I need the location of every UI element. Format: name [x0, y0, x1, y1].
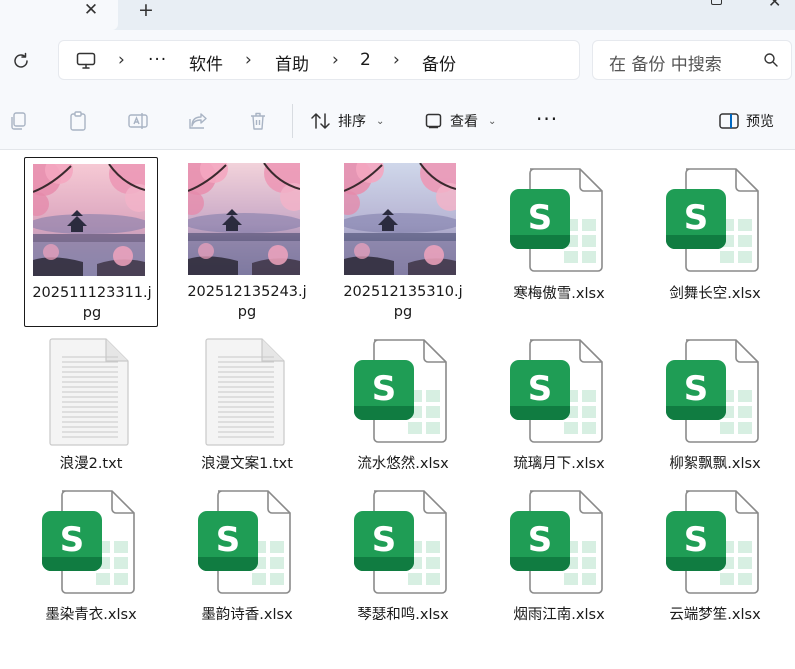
file-name-label: 流水悠然.xlsx	[357, 456, 449, 472]
delete-icon[interactable]	[247, 110, 269, 132]
excel-file-icon: S	[194, 487, 294, 599]
file-item[interactable]: 浪漫2.txt	[24, 336, 158, 476]
file-name-label: 202512135243.jpg	[187, 284, 307, 320]
excel-file-icon: S	[506, 336, 606, 448]
breadcrumb-item-shouzhu[interactable]: 首助	[275, 50, 309, 75]
search-input[interactable]: 在 备份 中搜索	[609, 50, 722, 75]
breadcrumb-item-2[interactable]: 2	[360, 50, 371, 70]
paste-icon[interactable]	[67, 110, 89, 132]
preview-pane-button[interactable]: 预览	[718, 108, 774, 134]
image-thumbnail	[336, 153, 464, 279]
file-item[interactable]: S 烟雨江南.xlsx	[492, 487, 626, 627]
breadcrumb-separator[interactable]: ›	[393, 50, 400, 70]
file-item[interactable]: 浪漫文案1.txt	[180, 336, 314, 476]
search-box[interactable]: 在 备份 中搜索	[592, 40, 792, 80]
breadcrumb-separator[interactable]: ›	[118, 50, 125, 70]
file-name-label: 烟雨江南.xlsx	[513, 607, 605, 623]
command-bar: 排序 ⌄ 查看 ⌄ ··· 预览	[0, 92, 795, 150]
svg-text:S: S	[684, 198, 709, 238]
refresh-icon[interactable]	[10, 50, 32, 72]
file-item[interactable]: S 柳絮飘飘.xlsx	[648, 336, 782, 476]
excel-file-icon: S	[662, 336, 762, 448]
svg-text:S: S	[684, 520, 709, 560]
file-name-label: 琴瑟和鸣.xlsx	[357, 607, 449, 623]
image-thumbnail	[25, 154, 153, 280]
breadcrumb-separator[interactable]: ›	[245, 50, 252, 70]
breadcrumb-separator[interactable]: ›	[332, 50, 339, 70]
sort-button[interactable]: 排序 ⌄	[310, 108, 384, 134]
close-tab-icon[interactable]: ✕	[82, 1, 100, 19]
file-name-label: 墨染青衣.xlsx	[45, 607, 137, 623]
svg-text:S: S	[60, 520, 85, 560]
view-icon	[425, 113, 442, 129]
breadcrumb-item-backup[interactable]: 备份	[422, 50, 456, 75]
more-options-button[interactable]: ···	[536, 109, 558, 129]
file-name-label: 云端梦笙.xlsx	[669, 607, 761, 623]
svg-text:S: S	[528, 369, 553, 409]
file-item[interactable]: 202512135310.jpg	[336, 153, 470, 327]
file-name-label: 浪漫文案1.txt	[201, 456, 293, 472]
file-name-label: 墨韵诗香.xlsx	[201, 607, 293, 623]
excel-file-icon: S	[662, 487, 762, 599]
file-item[interactable]: S 墨韵诗香.xlsx	[180, 487, 314, 627]
file-name-label: 浪漫2.txt	[59, 456, 123, 472]
file-name-label: 柳絮飘飘.xlsx	[669, 456, 761, 472]
excel-file-icon: S	[506, 165, 606, 277]
new-tab-button[interactable]: +	[137, 1, 155, 20]
svg-text:S: S	[216, 520, 241, 560]
image-thumbnail	[180, 153, 308, 279]
svg-text:S: S	[372, 369, 397, 409]
tab-strip: ✕ + ✕	[0, 0, 795, 30]
search-icon[interactable]	[763, 52, 779, 68]
file-name-label: 琉璃月下.xlsx	[513, 456, 605, 472]
excel-file-icon: S	[350, 336, 450, 448]
excel-file-icon: S	[506, 487, 606, 599]
file-grid: 202511123311.jpg 202512135243.jpg 202512…	[0, 150, 795, 669]
sort-icon	[311, 113, 330, 129]
file-item[interactable]: S 寒梅傲雪.xlsx	[492, 157, 626, 327]
svg-text:S: S	[528, 198, 553, 238]
restore-window-icon[interactable]	[711, 0, 722, 5]
file-item[interactable]: S 琉璃月下.xlsx	[492, 336, 626, 476]
share-icon[interactable]	[187, 110, 209, 132]
preview-pane-icon	[719, 113, 739, 129]
view-button[interactable]: 查看 ⌄	[424, 108, 496, 134]
file-item[interactable]: S 剑舞长空.xlsx	[648, 157, 782, 327]
view-label: 查看	[450, 114, 478, 130]
file-item[interactable]: S 墨染青衣.xlsx	[24, 487, 158, 627]
file-item[interactable]: 202511123311.jpg	[24, 154, 158, 327]
text-file-icon	[48, 337, 132, 451]
svg-text:S: S	[528, 520, 553, 560]
file-item[interactable]: 202512135243.jpg	[180, 153, 314, 327]
file-name-label: 202511123311.jpg	[32, 285, 152, 321]
toolbar-divider	[292, 104, 293, 138]
breadcrumb-overflow[interactable]: ···	[148, 50, 167, 70]
excel-file-icon: S	[662, 165, 762, 277]
excel-file-icon: S	[38, 487, 138, 599]
file-item[interactable]: S 云端梦笙.xlsx	[648, 487, 782, 627]
file-item[interactable]: S 琴瑟和鸣.xlsx	[336, 487, 470, 627]
file-name-label: 剑舞长空.xlsx	[669, 286, 761, 302]
sort-label: 排序	[338, 114, 366, 130]
copy-icon[interactable]	[8, 110, 30, 132]
address-row: › ··· 软件 › 首助 › 2 › 备份 在 备份 中搜索	[0, 30, 795, 92]
breadcrumb-item-software[interactable]: 软件	[189, 50, 223, 75]
svg-text:S: S	[372, 520, 397, 560]
close-window-icon[interactable]: ✕	[768, 0, 781, 10]
file-name-label: 202512135310.jpg	[343, 284, 463, 320]
tab-current[interactable]: ✕	[0, 0, 118, 30]
breadcrumb[interactable]: › ··· 软件 › 首助 › 2 › 备份	[58, 40, 580, 80]
text-file-icon	[204, 337, 288, 451]
file-item[interactable]: S 流水悠然.xlsx	[336, 336, 470, 476]
chevron-down-icon: ⌄	[376, 115, 385, 127]
chevron-down-icon: ⌄	[488, 115, 497, 127]
this-pc-icon[interactable]	[76, 52, 96, 70]
preview-label: 预览	[746, 114, 774, 130]
excel-file-icon: S	[350, 487, 450, 599]
svg-text:S: S	[684, 369, 709, 409]
file-name-label: 寒梅傲雪.xlsx	[513, 286, 605, 302]
rename-icon[interactable]	[127, 110, 149, 132]
